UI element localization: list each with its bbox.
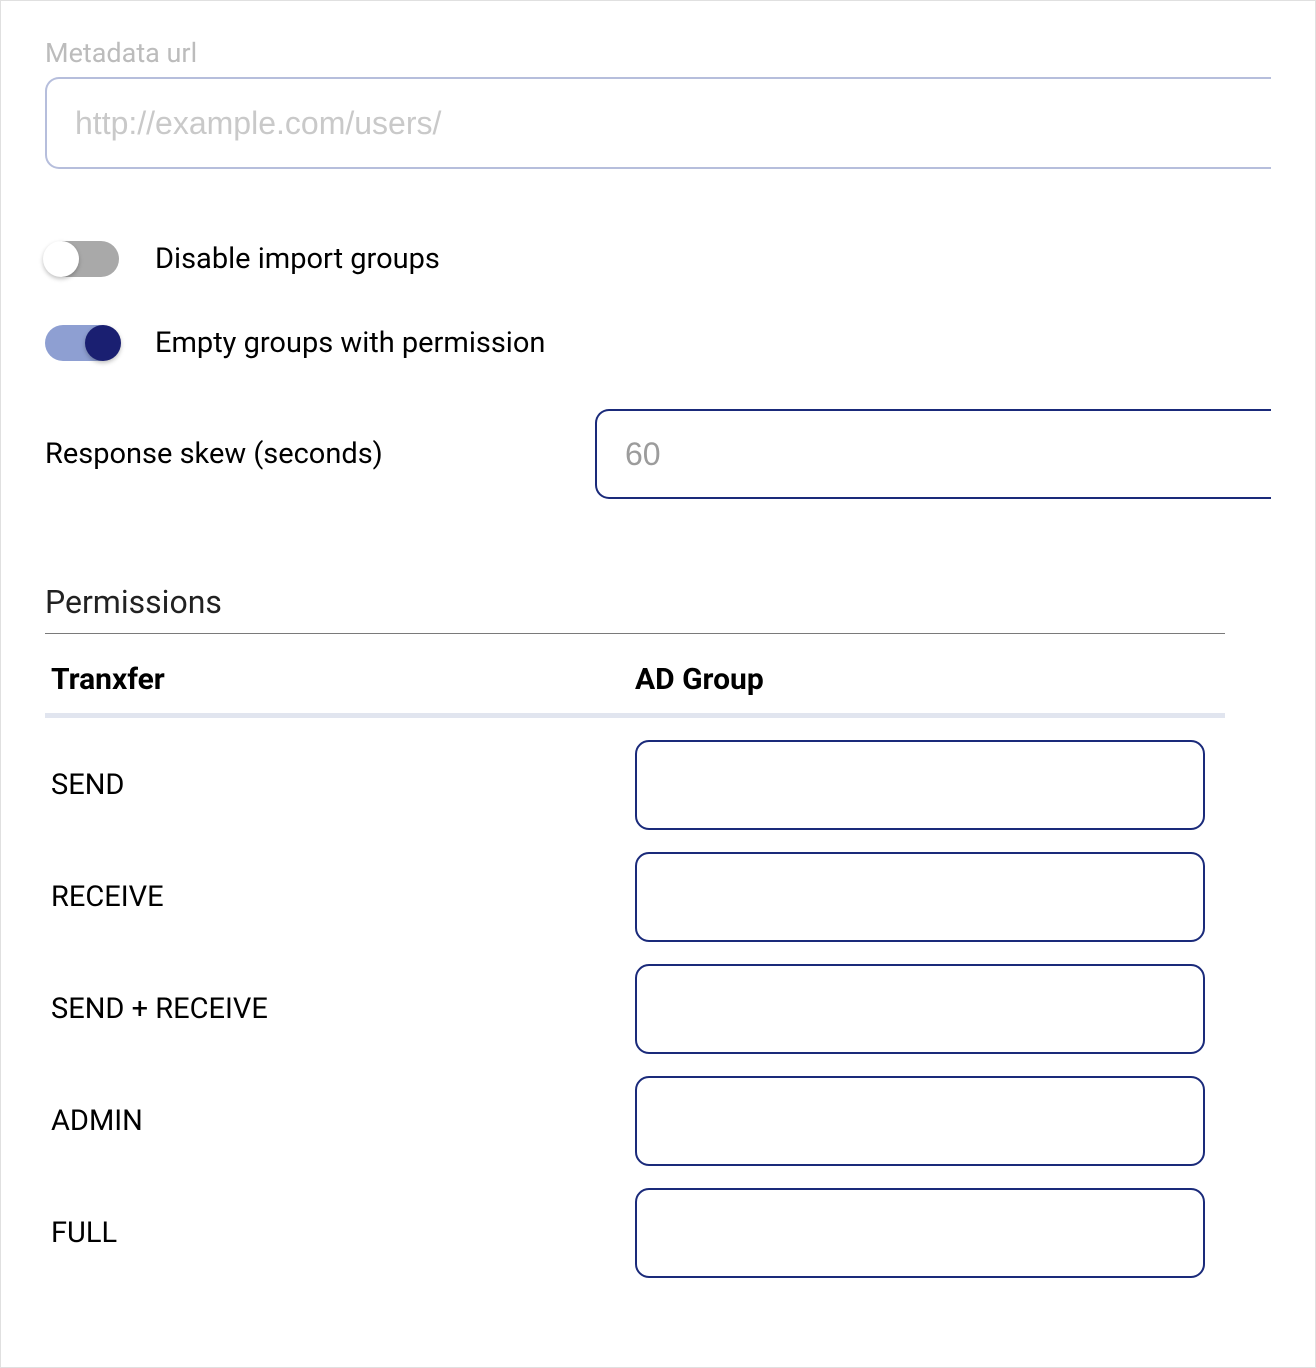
permission-input-receive[interactable] <box>635 852 1205 942</box>
permission-input-send-receive[interactable] <box>635 964 1205 1054</box>
response-skew-row: Response skew (seconds) <box>45 409 1271 499</box>
permission-name-send-receive: SEND + RECEIVE <box>45 992 635 1026</box>
permission-row-admin: ADMIN <box>45 1076 1225 1166</box>
permission-row-send-receive: SEND + RECEIVE <box>45 964 1225 1054</box>
permission-name-admin: ADMIN <box>45 1104 635 1138</box>
toggle-row-disable-import: Disable import groups <box>45 241 1271 277</box>
permission-name-receive: RECEIVE <box>45 880 635 914</box>
disable-import-groups-label: Disable import groups <box>155 242 440 276</box>
permission-row-receive: RECEIVE <box>45 852 1225 942</box>
permissions-title: Permissions <box>45 583 1225 634</box>
permission-input-full[interactable] <box>635 1188 1205 1278</box>
metadata-url-label: Metadata url <box>45 37 1271 69</box>
permissions-col-tranxfer: Tranxfer <box>51 662 165 697</box>
settings-panel: Metadata url Disable import groups Empty… <box>0 0 1316 1368</box>
permission-input-admin[interactable] <box>635 1076 1205 1166</box>
permissions-col-adgroup: AD Group <box>635 662 764 697</box>
disable-import-groups-toggle[interactable] <box>45 241 119 277</box>
metadata-url-input[interactable] <box>45 77 1271 169</box>
permissions-header: Tranxfer AD Group <box>45 634 1225 718</box>
permission-input-send[interactable] <box>635 740 1205 830</box>
permission-row-send: SEND <box>45 740 1225 830</box>
permissions-table: Tranxfer AD Group SEND RECEIVE SEND + RE… <box>45 634 1225 1278</box>
permission-name-full: FULL <box>45 1216 635 1250</box>
response-skew-label: Response skew (seconds) <box>45 437 555 471</box>
permission-row-full: FULL <box>45 1188 1225 1278</box>
toggle-knob <box>43 241 79 277</box>
toggle-row-empty-groups: Empty groups with permission <box>45 325 1271 361</box>
permission-name-send: SEND <box>45 768 635 802</box>
toggle-knob <box>85 325 121 361</box>
empty-groups-permission-label: Empty groups with permission <box>155 326 545 360</box>
empty-groups-permission-toggle[interactable] <box>45 325 119 361</box>
response-skew-input[interactable] <box>595 409 1271 499</box>
